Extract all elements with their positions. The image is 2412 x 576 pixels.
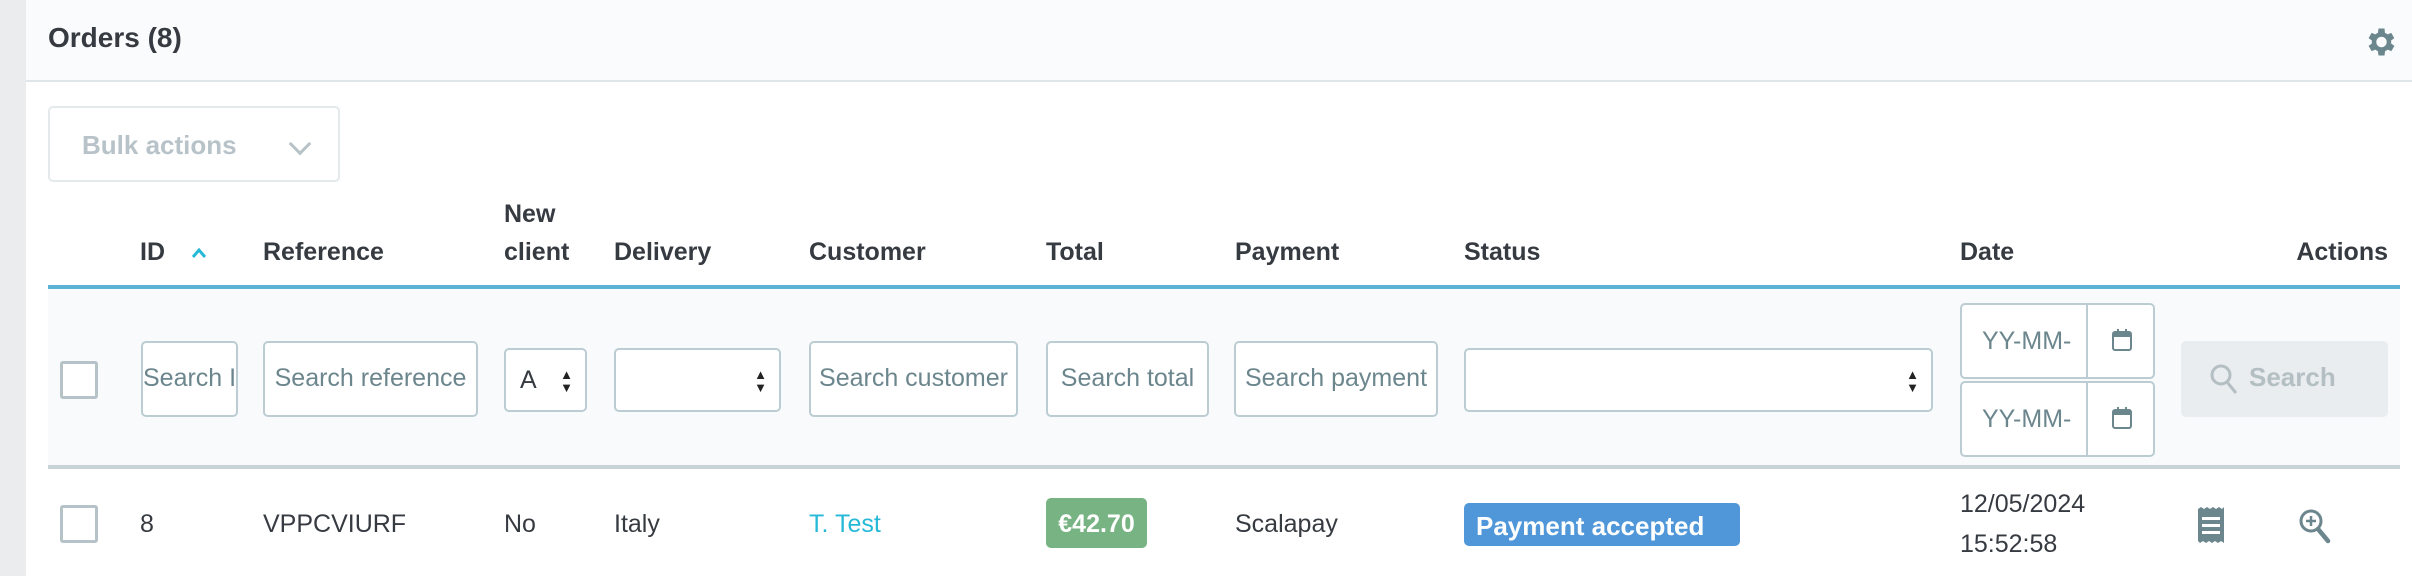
select-arrows-icon: ▲ ▼ xyxy=(1906,367,1919,395)
order-delivery: Italy xyxy=(614,510,660,538)
date-to-placeholder: YY-MM-DD xyxy=(1982,405,2072,433)
order-reference: VPPCVIURF xyxy=(263,510,407,538)
panel-header: Orders (8) xyxy=(26,0,2412,82)
status-badge: Payment accepted xyxy=(1464,503,1740,546)
left-sidebar-edge xyxy=(0,0,26,576)
view-order-zoom-icon[interactable] xyxy=(2298,508,2332,544)
column-header-delivery[interactable]: Delivery xyxy=(614,238,711,267)
column-header-actions: Actions xyxy=(2296,238,2388,266)
customer-filter-input[interactable]: Search customer xyxy=(809,341,1018,417)
customer-link[interactable]: T. Test xyxy=(809,510,881,539)
order-time: 15:52:58 xyxy=(1960,530,2058,558)
calendar-icon[interactable] xyxy=(2086,383,2155,455)
bulk-actions-dropdown[interactable]: Bulk actions xyxy=(48,106,340,182)
column-header-payment[interactable]: Payment xyxy=(1235,238,1339,267)
order-id: 8 xyxy=(140,510,154,538)
order-payment: Scalapay xyxy=(1235,510,1338,538)
select-arrows-icon: ▲ ▼ xyxy=(754,367,767,395)
order-new-client: No xyxy=(504,510,536,538)
column-header-new-client-line1[interactable]: New xyxy=(504,200,555,229)
select-all-checkbox[interactable] xyxy=(60,361,98,399)
column-header-id-label: ID xyxy=(140,238,165,266)
reference-filter-input[interactable]: Search reference xyxy=(263,341,478,417)
gear-icon[interactable] xyxy=(2362,24,2398,60)
select-arrows-icon: ▲ ▼ xyxy=(560,367,573,395)
date-to-input[interactable]: YY-MM-DD xyxy=(1960,381,2155,457)
calendar-icon[interactable] xyxy=(2086,305,2155,377)
column-header-new-client-line2[interactable]: client xyxy=(504,238,569,267)
column-header-id[interactable]: ID xyxy=(140,238,208,267)
id-filter-input[interactable]: Search ID xyxy=(141,341,238,417)
total-badge: €42.70 xyxy=(1046,498,1147,548)
page-title: Orders (8) xyxy=(48,22,182,53)
date-from-placeholder: YY-MM-DD xyxy=(1982,327,2072,355)
delivery-filter-select[interactable]: ▲ ▼ xyxy=(614,348,781,412)
column-header-customer[interactable]: Customer xyxy=(809,238,926,267)
order-date: 12/05/2024 xyxy=(1960,490,2086,518)
row-checkbox[interactable] xyxy=(60,505,98,543)
total-filter-input[interactable]: Search total xyxy=(1046,341,1209,417)
search-button[interactable]: Search xyxy=(2181,341,2388,417)
date-from-input[interactable]: YY-MM-DD xyxy=(1960,303,2155,379)
bulk-actions-label: Bulk actions xyxy=(82,130,237,160)
payment-filter-input[interactable]: Search payment xyxy=(1234,341,1438,417)
search-button-label: Search xyxy=(2249,362,2336,392)
invoice-icon[interactable] xyxy=(2196,507,2226,543)
new-client-filter-select[interactable]: A ▲ ▼ xyxy=(504,348,587,412)
column-header-date[interactable]: Date xyxy=(1960,238,2014,267)
status-filter-select[interactable]: ▲ ▼ xyxy=(1464,348,1933,412)
search-icon xyxy=(2210,364,2238,394)
new-client-selected-value: A xyxy=(520,366,537,394)
sort-ascending-icon[interactable] xyxy=(190,247,208,259)
column-header-status[interactable]: Status xyxy=(1464,238,1540,267)
chevron-down-icon xyxy=(288,132,312,156)
column-header-reference[interactable]: Reference xyxy=(263,238,384,267)
column-header-total[interactable]: Total xyxy=(1046,238,1104,267)
